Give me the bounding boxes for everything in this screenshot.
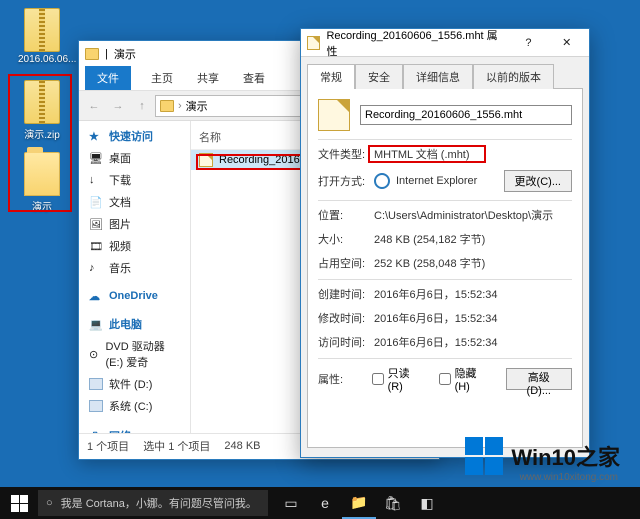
windows-icon	[11, 495, 28, 512]
props-title: Recording_20160606_1556.mht 属性	[326, 27, 500, 59]
tree-dvd[interactable]: ⊙DVD 驱动器 (E:) 爱奇	[79, 335, 190, 373]
cortana-search[interactable]: ○ 我是 Cortana，小娜。有问题尽管问我。	[38, 490, 268, 516]
nav-back[interactable]: ←	[83, 95, 105, 117]
tree-quick-access[interactable]: ★快速访问	[79, 125, 190, 147]
tree-soft-d[interactable]: 软件 (D:)	[79, 373, 190, 395]
filename-input[interactable]	[360, 105, 572, 125]
tree-onedrive[interactable]: ☁OneDrive	[79, 287, 190, 305]
app-icon[interactable]: ◧	[410, 487, 444, 519]
close-button[interactable]: ✕	[551, 32, 583, 54]
help-button[interactable]: ?	[512, 32, 544, 54]
label-modified: 修改时间:	[318, 310, 374, 326]
drive-icon	[89, 400, 103, 412]
props-tabs: 常规 安全 详细信息 以前的版本	[301, 57, 589, 88]
cloud-icon: ☁	[89, 290, 103, 302]
store-icon[interactable]: 🛍	[376, 487, 410, 519]
tab-prev-versions[interactable]: 以前的版本	[473, 64, 554, 89]
disc-icon: ⊙	[89, 348, 99, 360]
hidden-checkbox[interactable]: 隐藏(H)	[439, 365, 490, 393]
taskbar[interactable]: ○ 我是 Cortana，小娜。有问题尽管问我。 ▭ e 📁 🛍 ◧	[0, 487, 640, 519]
tab-details[interactable]: 详细信息	[403, 64, 473, 89]
val-openwith: Internet Explorer	[396, 175, 477, 187]
tree-documents[interactable]: 📄文档	[79, 191, 190, 213]
breadcrumb[interactable]: 演示	[186, 98, 208, 114]
picture-icon: 🖼	[89, 218, 103, 230]
desktop-icon-zip1[interactable]: 2016.06.06...	[18, 8, 66, 65]
tab-view[interactable]: 查看	[231, 66, 277, 90]
explorer-taskbar-icon[interactable]: 📁	[342, 487, 376, 519]
document-icon: 📄	[89, 196, 103, 208]
highlight-file-row	[196, 154, 306, 170]
tree-downloads[interactable]: ↓下载	[79, 169, 190, 191]
file-type-icon	[318, 99, 350, 131]
label-accessed: 访问时间:	[318, 334, 374, 350]
highlight-filetype	[368, 145, 486, 163]
desktop-icon: 🖥	[89, 152, 103, 164]
selected-count: 选中 1 个项目	[143, 438, 210, 454]
tree-network[interactable]: 🖧网络	[79, 425, 190, 433]
pipe: |	[105, 48, 108, 60]
tab-file[interactable]: 文件	[85, 66, 131, 90]
highlight-desktop	[8, 74, 72, 212]
advanced-button[interactable]: 高级(D)...	[506, 368, 572, 390]
label-attrs: 属性:	[318, 371, 372, 387]
edge-icon[interactable]: e	[308, 487, 342, 519]
drive-icon	[89, 378, 103, 390]
change-button[interactable]: 更改(C)...	[504, 170, 572, 192]
nav-up[interactable]: ↑	[131, 95, 153, 117]
windows-logo-icon	[465, 437, 503, 475]
tab-security[interactable]: 安全	[355, 64, 403, 89]
nav-fwd[interactable]: →	[107, 95, 129, 117]
pc-icon: 💻	[89, 318, 103, 330]
label-location: 位置:	[318, 207, 374, 223]
tree-sys-c[interactable]: 系统 (C:)	[79, 395, 190, 417]
item-count: 1 个项目	[87, 438, 129, 454]
folder-icon	[160, 100, 174, 112]
star-icon: ★	[89, 130, 103, 142]
properties-dialog: Recording_20160606_1556.mht 属性 ? ✕ 常规 安全…	[300, 28, 590, 458]
tab-general[interactable]: 常规	[307, 64, 355, 89]
tree-desktop[interactable]: 🖥桌面	[79, 147, 190, 169]
ie-icon	[374, 173, 390, 189]
mht-icon	[307, 36, 320, 50]
selected-size: 248 KB	[224, 440, 260, 452]
watermark-brand: Win10之家	[511, 440, 620, 472]
label-created: 创建时间:	[318, 286, 374, 302]
tab-share[interactable]: 共享	[185, 66, 231, 90]
val-sizeondisk: 252 KB (258,048 字节)	[374, 255, 572, 271]
label-size: 大小:	[318, 231, 374, 247]
tree-videos[interactable]: 🎞视频	[79, 235, 190, 257]
tree-music[interactable]: ♪音乐	[79, 257, 190, 279]
zip-icon	[24, 8, 60, 52]
label-sizeondisk: 占用空间:	[318, 255, 374, 271]
val-created: 2016年6月6日，15:52:34	[374, 286, 572, 302]
nav-tree[interactable]: ★快速访问 🖥桌面 ↓下载 📄文档 🖼图片 🎞视频 ♪音乐 ☁OneDrive …	[79, 121, 191, 433]
label-openwith: 打开方式:	[318, 173, 374, 189]
tree-this-pc[interactable]: 💻此电脑	[79, 313, 190, 335]
network-icon: 🖧	[89, 430, 103, 433]
music-icon: ♪	[89, 262, 103, 274]
props-titlebar[interactable]: Recording_20160606_1556.mht 属性 ? ✕	[301, 29, 589, 57]
tab-home[interactable]: 主页	[139, 66, 185, 90]
window-title: 演示	[114, 46, 136, 62]
watermark: Win10之家	[465, 437, 620, 475]
label-type: 文件类型:	[318, 146, 374, 162]
folder-icon	[85, 48, 99, 60]
desktop-label: 2016.06.06...	[18, 54, 66, 65]
readonly-checkbox[interactable]: 只读(R)	[372, 365, 423, 393]
val-size: 248 KB (254,182 字节)	[374, 231, 572, 247]
search-placeholder: 我是 Cortana，小娜。有问题尽管问我。	[61, 495, 257, 511]
val-location: C:\Users\Administrator\Desktop\演示	[374, 207, 572, 223]
val-accessed: 2016年6月6日，15:52:34	[374, 334, 572, 350]
props-body: 文件类型:MHTML 文档 (.mht) 打开方式:Internet Explo…	[307, 88, 583, 448]
val-modified: 2016年6月6日，15:52:34	[374, 310, 572, 326]
start-button[interactable]	[0, 487, 38, 519]
video-icon: 🎞	[89, 240, 103, 252]
download-icon: ↓	[89, 174, 103, 186]
tree-pictures[interactable]: 🖼图片	[79, 213, 190, 235]
search-icon: ○	[46, 497, 53, 509]
task-view-icon[interactable]: ▭	[274, 487, 308, 519]
watermark-url: www.win10xitong.com	[520, 472, 618, 483]
